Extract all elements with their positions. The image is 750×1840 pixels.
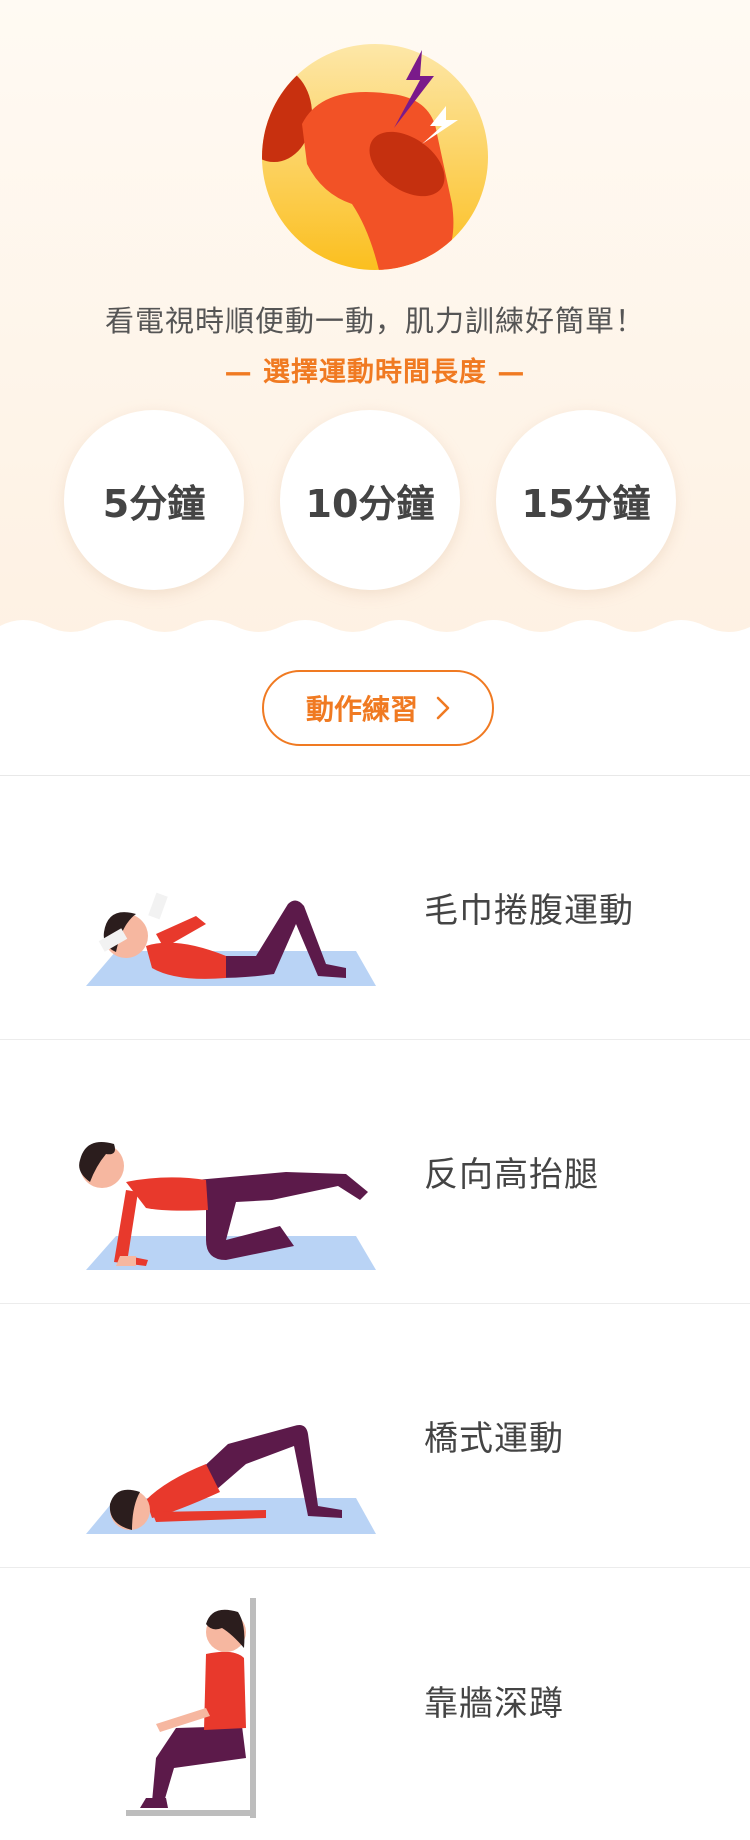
duration-15min-button[interactable]: 15分鐘 — [496, 410, 676, 590]
exercise-practice-label: 動作練習 — [305, 693, 418, 726]
towel-crunch-illustration — [86, 892, 376, 986]
exercise-list: 毛巾捲腹運動 反向高抬腿 橋式運動 靠牆深蹲 — [0, 775, 750, 1832]
exercise-item-wall-squat[interactable]: 靠牆深蹲 — [0, 1568, 750, 1832]
reverse-leg-raise-illustration — [79, 1142, 376, 1270]
exercise-name: 毛巾捲腹運動 — [424, 891, 634, 931]
duration-section-title: — 選擇運動時間長度 — — [224, 357, 526, 388]
exercise-name: 靠牆深蹲 — [424, 1683, 564, 1724]
sore-neck-illustration — [262, 44, 488, 270]
wall-squat-illustration — [126, 1598, 256, 1818]
exercise-item-bridge[interactable]: 橋式運動 — [0, 1304, 750, 1568]
chevron-right-icon — [436, 696, 450, 720]
exercise-name: 橋式運動 — [424, 1419, 564, 1459]
bridge-illustration — [86, 1425, 376, 1534]
duration-options: 5分鐘 10分鐘 15分鐘 — [0, 410, 750, 590]
exercise-practice-button[interactable]: 動作練習 — [262, 670, 494, 746]
wave-divider — [0, 620, 750, 640]
exercise-item-reverse-leg-raise[interactable]: 反向高抬腿 — [0, 1040, 750, 1304]
duration-5min-button[interactable]: 5分鐘 — [64, 410, 244, 590]
tagline: 看電視時順便動一動，肌力訓練好簡單！ — [104, 304, 645, 338]
exercise-name: 反向高抬腿 — [424, 1155, 599, 1195]
hero-section: 看電視時順便動一動，肌力訓練好簡單！ — 選擇運動時間長度 — 5分鐘 10分鐘… — [0, 0, 750, 640]
duration-10min-button[interactable]: 10分鐘 — [280, 410, 460, 590]
exercise-item-towel-crunch[interactable]: 毛巾捲腹運動 — [0, 776, 750, 1040]
